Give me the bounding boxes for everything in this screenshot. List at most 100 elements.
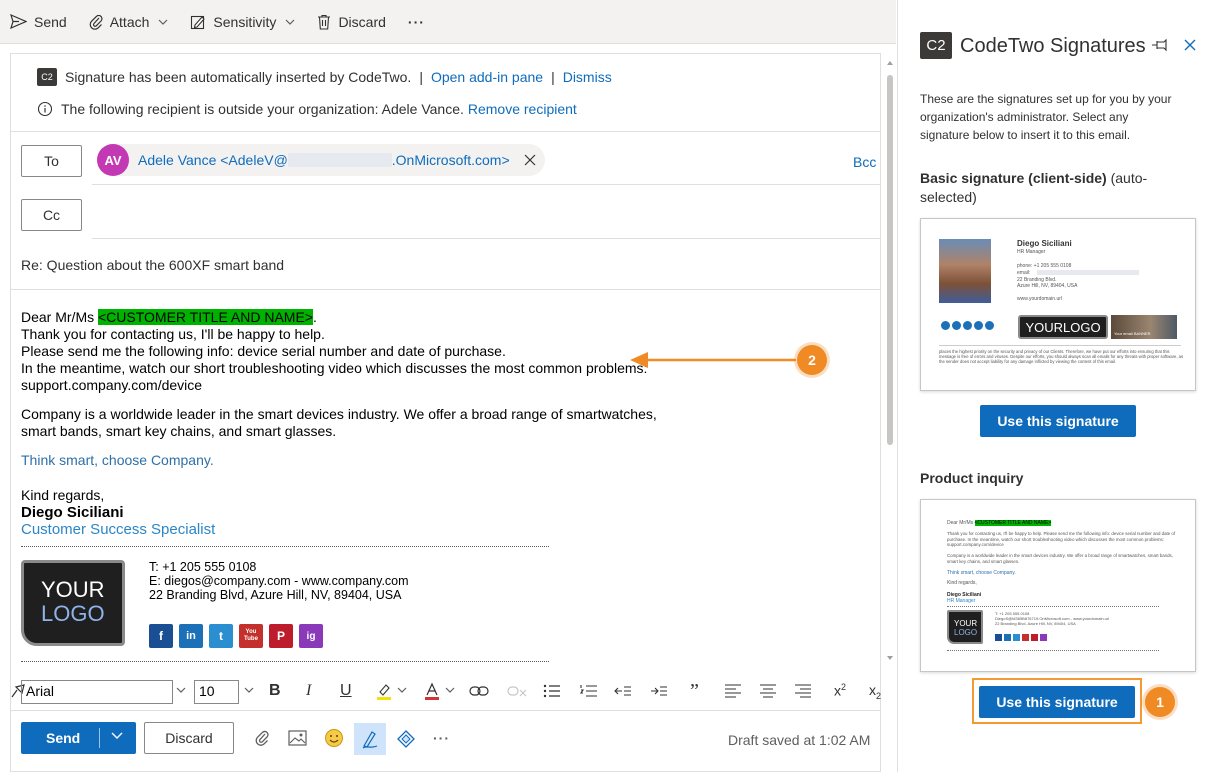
preview-role: HR Manager [1017,249,1046,255]
body-line: Company is a worldwide leader in the sma… [21,406,657,422]
preview2-paragraph-2: Company is a worldwide leader in the sma… [947,553,1173,564]
remove-link-icon[interactable] [507,684,527,698]
recipient-chip[interactable]: AV Adele Vance <AdeleV@ .OnMicrosoft.com> [97,144,545,176]
font-size-input[interactable]: 10 [194,680,239,704]
remove-recipient-icon[interactable] [524,154,536,166]
use-signature-2-button[interactable]: Use this signature [979,686,1135,718]
chevron-down-icon[interactable] [176,687,186,693]
bcc-link[interactable]: Bcc [853,154,876,170]
sensitivity-label: Sensitivity [213,13,277,30]
pin-icon[interactable] [1151,38,1167,52]
decrease-indent-icon[interactable] [614,684,632,698]
more-icon: ··· [407,13,425,30]
align-left-icon[interactable] [724,684,742,698]
signature-icon[interactable] [354,723,386,755]
subscript-icon[interactable]: x2 [869,682,881,701]
info-icon [37,101,53,117]
preview2-placeholder: <CUSTOMER TITLE AND NAME> [974,520,1052,526]
instagram-icon [1040,634,1047,641]
preview2-role: HR Manager [947,598,976,604]
preview-social-icons [941,321,994,330]
callout-arrow [628,350,798,370]
preview2-greeting: Dear Mr/Ms <CUSTOMER TITLE AND NAME> [947,520,1052,526]
sensitivity-icon [190,14,206,30]
discard-button[interactable]: Discard [144,722,234,754]
chevron-down-icon[interactable] [244,687,254,693]
bold-icon[interactable]: B [269,682,281,700]
pinterest-icon [985,321,994,330]
highlight-icon[interactable] [375,682,393,700]
codetwo-addin-icon[interactable] [396,729,416,749]
social-icons: f in t You Tube P ig [149,624,323,648]
italic-icon[interactable]: I [306,682,311,700]
signature-email: E: diegos@company.com - www.company.com [149,574,409,588]
dismiss-link[interactable]: Dismiss [563,69,612,85]
chevron-down-icon[interactable] [111,732,123,739]
send-button-label: Send [46,730,81,746]
preview2-logo-bottom: LOGO [954,628,978,637]
paperclip-icon [89,13,103,30]
preview-divider [939,345,1181,346]
youtube-icon[interactable]: You Tube [239,624,263,648]
preview2-contact-3: 22 Branding Blvd, Azure Hill, NV, 89404,… [995,621,1076,626]
scrollbar[interactable] [884,53,896,666]
chevron-down-icon[interactable] [285,19,295,25]
youtube-icon [1022,634,1029,641]
sensitivity-button[interactable]: Sensitivity [190,0,295,44]
attach-file-icon[interactable] [255,729,269,747]
compose-area: C2 Signature has been automatically inse… [10,53,881,772]
profile-photo [939,239,991,303]
close-icon[interactable] [1184,39,1196,51]
body-line: In the meantime, watch our short trouble… [21,360,648,376]
preview2-logo-top: YOUR [954,619,978,628]
increase-indent-icon[interactable] [650,684,668,698]
use-signature-1-button[interactable]: Use this signature [980,405,1136,437]
more-options-button[interactable]: ··· [408,0,425,44]
preview-disclaimer: places the highest priority on the secur… [939,349,1184,364]
align-right-icon[interactable] [794,684,812,698]
discard-toolbar-button[interactable]: Discard [317,0,386,44]
cc-button[interactable]: Cc [21,199,82,231]
preview2-social-icons [995,634,1047,641]
pinterest-icon[interactable]: P [269,624,293,648]
instagram-icon[interactable]: ig [299,624,323,648]
send-icon [10,14,27,29]
recipient-address-prefix: Adele Vance <AdeleV@ [138,152,288,168]
superscript-icon[interactable]: x2 [834,682,846,699]
send-button[interactable]: Send [21,722,136,754]
redacted-domain [287,153,392,167]
message-body[interactable]: Dear Mr/Ms <CUSTOMER TITLE AND NAME>. Th… [21,309,661,547]
open-add-in-pane-link[interactable]: Open add-in pane [431,69,543,85]
numbering-icon[interactable] [580,684,598,698]
chevron-down-icon[interactable] [158,19,168,25]
more-icon[interactable]: ··· [433,730,450,746]
to-button[interactable]: To [21,145,82,177]
company-logo: YOUR LOGO [21,560,125,646]
facebook-icon[interactable]: f [149,624,173,648]
remove-recipient-link[interactable]: Remove recipient [468,101,577,117]
align-center-icon[interactable] [759,684,777,698]
bullets-icon[interactable] [543,684,561,698]
preview-email: email: [1017,270,1031,276]
signature-1-name: Basic signature (client-side) [920,170,1107,186]
facebook-icon [941,321,950,330]
font-color-icon[interactable] [423,682,441,700]
link-icon[interactable] [469,684,489,698]
send-toolbar-button[interactable]: Send [10,0,67,44]
subject-field[interactable]: Re: Question about the 600XF smart band [21,257,284,273]
signature-1-preview[interactable]: Diego Siciliani HR Manager phone: +1 205… [920,218,1196,391]
linkedin-icon[interactable]: in [179,624,203,648]
divider [11,131,880,132]
quote-icon[interactable]: ” [690,680,699,703]
insert-picture-icon[interactable] [288,730,307,746]
emoji-icon[interactable] [324,728,344,748]
chevron-down-icon[interactable] [445,687,455,693]
underline-icon[interactable]: U [340,682,352,700]
twitter-icon[interactable]: t [209,624,233,648]
attach-button[interactable]: Attach [89,0,169,44]
signature-2-preview[interactable]: Dear Mr/Ms <CUSTOMER TITLE AND NAME> Tha… [920,499,1196,672]
font-name-input[interactable]: Arial [21,680,173,704]
chevron-down-icon[interactable] [397,687,407,693]
signature-contact: T: +1 205 555 0108 E: diegos@company.com… [149,560,409,602]
split-separator [99,728,100,748]
